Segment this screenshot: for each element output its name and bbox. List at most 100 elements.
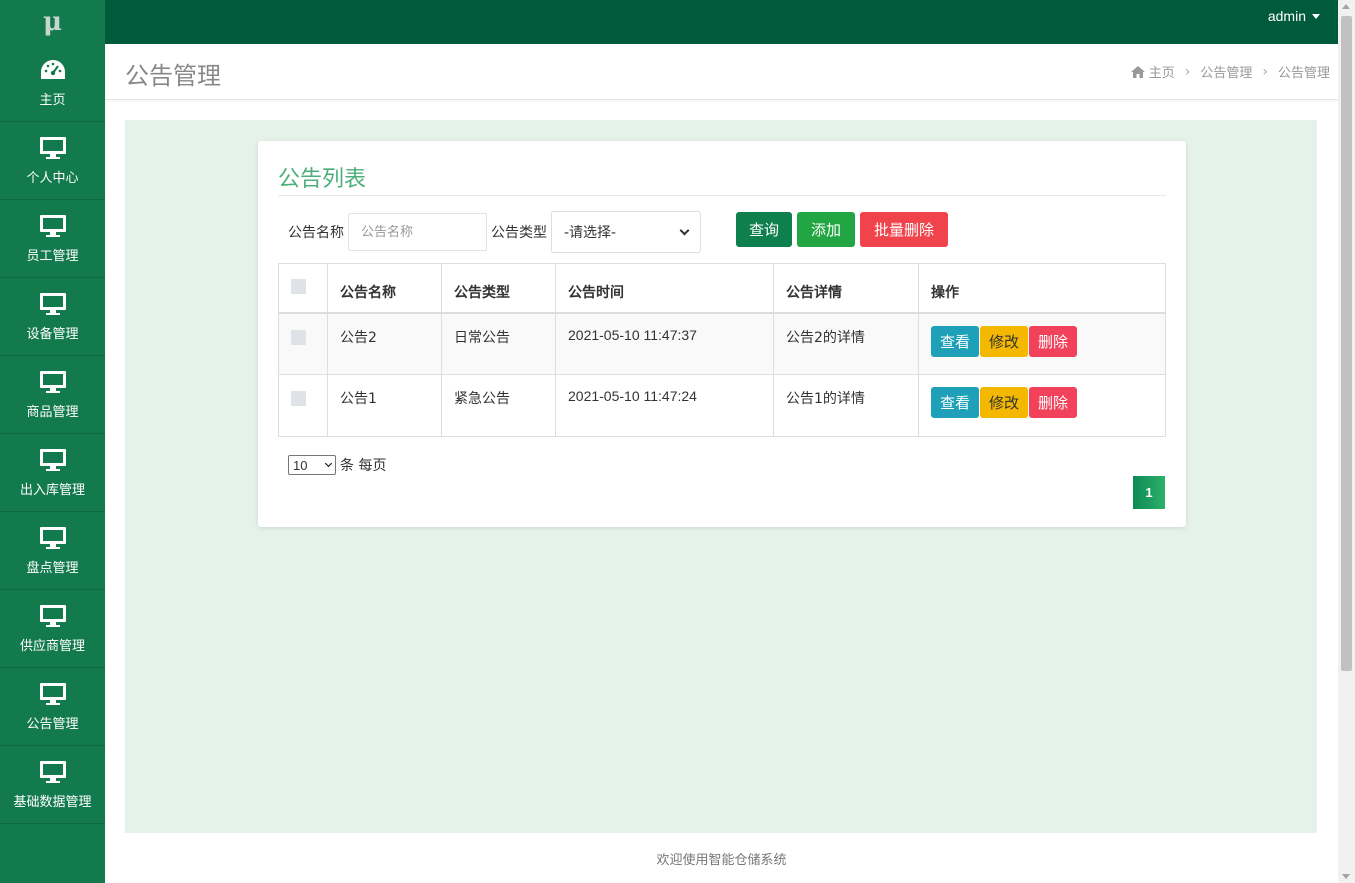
sidebar-item-notices[interactable]: 公告管理 xyxy=(0,668,105,746)
column-header[interactable]: 公告名称 xyxy=(327,263,442,314)
batch-delete-button[interactable]: 批量删除 xyxy=(860,212,948,247)
sidebar-item-employees[interactable]: 员工管理 xyxy=(0,200,105,278)
sidebar-item-basedata[interactable]: 基础数据管理 xyxy=(0,746,105,824)
cell-name: 公告2 xyxy=(327,312,442,375)
table-header-row: 公告名称 公告类型 公告时间 公告详情 操作 xyxy=(278,263,1166,314)
sidebar-item-inventory[interactable]: 盘点管理 xyxy=(0,512,105,590)
monitor-icon xyxy=(39,759,67,785)
sidebar-item-inout[interactable]: 出入库管理 xyxy=(0,434,105,512)
scroll-up-arrow-icon[interactable] xyxy=(1342,4,1350,9)
sidebar-item-label: 个人中心 xyxy=(26,171,79,186)
card-divider xyxy=(278,195,1166,196)
row-select-cell xyxy=(278,374,328,437)
sidebar-item-label: 员工管理 xyxy=(26,249,79,264)
view-button[interactable]: 查看 xyxy=(931,387,980,418)
app-logo: μ xyxy=(42,7,63,37)
table-row: 公告1 紧急公告 2021-05-10 11:47:24 公告1的详情 查看 修改… xyxy=(278,374,1166,437)
chevron-down-icon xyxy=(679,225,690,235)
page-title: 公告管理 xyxy=(125,62,221,90)
delete-button[interactable]: 删除 xyxy=(1029,325,1078,357)
column-header[interactable]: 公告类型 xyxy=(441,263,556,314)
monitor-icon xyxy=(39,603,67,629)
sidebar-item-profile[interactable]: 个人中心 xyxy=(0,122,105,200)
breadcrumb-current: 公告管理 xyxy=(1277,66,1330,81)
name-filter-input[interactable] xyxy=(348,213,487,251)
sidebar-item-devices[interactable]: 设备管理 xyxy=(0,278,105,356)
sidebar-item-label: 设备管理 xyxy=(26,327,79,342)
edit-button[interactable]: 修改 xyxy=(980,387,1029,418)
page-size-control: 10 条 每页 xyxy=(288,455,386,475)
column-header[interactable]: 公告时间 xyxy=(555,263,774,314)
delete-button[interactable]: 删除 xyxy=(1029,387,1078,418)
user-menu[interactable]: admin xyxy=(1268,8,1320,24)
chevron-down-icon xyxy=(324,459,333,468)
monitor-icon xyxy=(39,681,67,707)
monitor-icon xyxy=(39,213,67,239)
page-scrollbar[interactable] xyxy=(1338,0,1355,883)
search-form: 公告名称 公告类型 -请选择- xyxy=(288,211,701,253)
page-size-select[interactable]: 10 xyxy=(288,455,336,475)
caret-down-icon xyxy=(1312,13,1320,19)
monitor-icon xyxy=(39,135,67,161)
cell-type: 紧急公告 xyxy=(441,374,556,437)
monitor-icon xyxy=(39,525,67,551)
sidebar-item-label: 基础数据管理 xyxy=(13,795,92,810)
pagination-page-1[interactable]: 1 xyxy=(1133,476,1165,509)
sidebar: μ 主页 个人中心 员工管理 设备管理 商品管理 出入库管理 盘点管理 供应商管… xyxy=(0,0,105,883)
view-button[interactable]: 查看 xyxy=(931,325,980,357)
cell-detail: 公告2的详情 xyxy=(773,312,919,375)
card-title: 公告列表 xyxy=(278,167,367,192)
type-filter-label: 公告类型 xyxy=(491,225,547,241)
sidebar-item-label: 主页 xyxy=(39,93,66,108)
type-filter-select[interactable]: -请选择- xyxy=(551,211,701,253)
breadcrumb-item[interactable]: 公告管理 xyxy=(1200,62,1252,81)
cell-type: 日常公告 xyxy=(441,312,556,375)
cell-detail: 公告1的详情 xyxy=(773,374,919,437)
edit-button[interactable]: 修改 xyxy=(980,325,1029,357)
cell-name: 公告1 xyxy=(327,374,442,437)
notice-list-card: 公告列表 公告名称 公告类型 -请选择- 查询 添加 批量删除 公告名称 公告类… xyxy=(258,141,1186,527)
breadcrumb-home-label: 主页 xyxy=(1148,66,1175,81)
row-checkbox[interactable] xyxy=(291,391,306,406)
home-icon xyxy=(1130,66,1145,78)
row-checkbox[interactable] xyxy=(291,329,306,345)
content-area: 公告列表 公告名称 公告类型 -请选择- 查询 添加 批量删除 公告名称 公告类… xyxy=(125,120,1317,833)
breadcrumb-separator: › xyxy=(1184,63,1191,80)
cell-actions: 查看 修改 删除 xyxy=(918,374,1166,437)
notice-table: 公告名称 公告类型 公告时间 公告详情 操作 公告2 日常公告 2021-05-… xyxy=(278,263,1166,437)
sidebar-item-label: 商品管理 xyxy=(26,405,79,420)
footer-text: 欢迎使用智能仓储系统 xyxy=(656,852,787,868)
footer: 欢迎使用智能仓储系统 xyxy=(105,833,1338,883)
scroll-down-arrow-icon[interactable] xyxy=(1342,874,1350,879)
sidebar-item-label: 供应商管理 xyxy=(19,639,85,654)
sidebar-item-products[interactable]: 商品管理 xyxy=(0,356,105,434)
sidebar-item-label: 出入库管理 xyxy=(19,483,85,498)
breadcrumb-separator: › xyxy=(1262,63,1268,80)
table-row: 公告2 日常公告 2021-05-10 11:47:37 公告2的详情 查看 修改… xyxy=(278,312,1166,375)
sidebar-item-label: 盘点管理 xyxy=(26,561,79,576)
sidebar-item-suppliers[interactable]: 供应商管理 xyxy=(0,590,105,668)
cell-time: 2021-05-10 11:47:24 xyxy=(555,374,774,437)
column-header: 操作 xyxy=(918,263,1166,314)
monitor-icon xyxy=(39,369,67,395)
breadcrumb: 主页 › 公告管理 › 公告管理 xyxy=(1130,62,1330,81)
breadcrumb-home[interactable]: 主页 xyxy=(1130,62,1175,81)
select-all-checkbox[interactable] xyxy=(291,279,306,294)
page-size-suffix: 条 每页 xyxy=(340,458,387,474)
cell-actions: 查看 修改 删除 xyxy=(918,312,1166,375)
sidebar-item-home[interactable]: 主页 xyxy=(0,44,105,122)
type-filter-value: -请选择- xyxy=(564,225,617,241)
select-all-cell xyxy=(278,263,328,314)
sidebar-item-label: 公告管理 xyxy=(26,717,79,732)
dashboard-icon xyxy=(39,57,67,83)
add-button[interactable]: 添加 xyxy=(797,212,855,247)
row-select-cell xyxy=(278,312,328,375)
query-button[interactable]: 查询 xyxy=(736,212,792,247)
scroll-thumb[interactable] xyxy=(1341,16,1352,671)
column-header[interactable]: 公告详情 xyxy=(773,263,919,314)
page-header: 公告管理 主页 › 公告管理 › 公告管理 xyxy=(105,44,1338,100)
topbar: admin xyxy=(105,0,1338,44)
name-filter-label: 公告名称 xyxy=(288,225,344,241)
monitor-icon xyxy=(39,291,67,317)
user-name: admin xyxy=(1267,8,1306,24)
